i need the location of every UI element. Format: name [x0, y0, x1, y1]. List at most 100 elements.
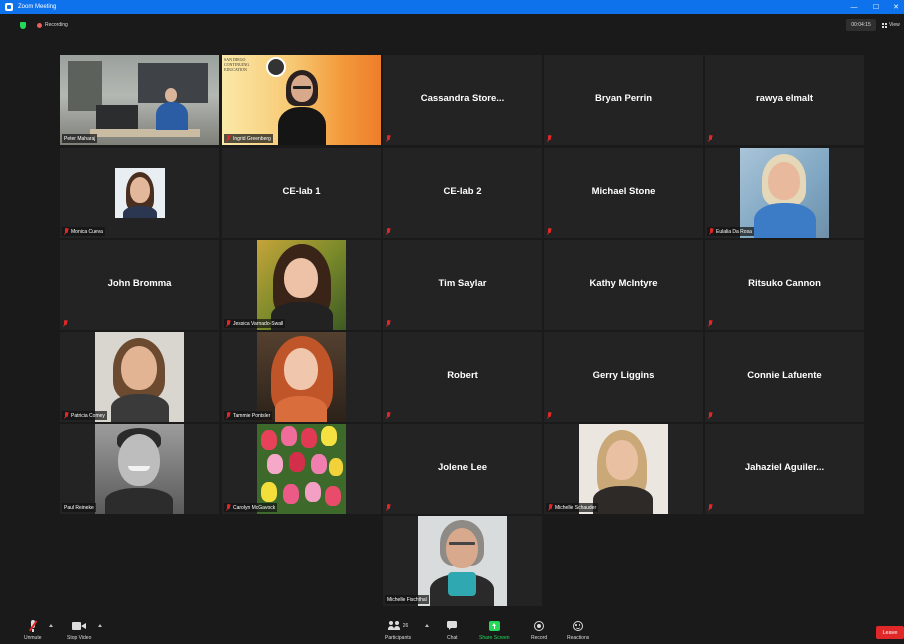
muted-mic-icon: [226, 412, 231, 419]
participant-name: Tim Saylar: [438, 278, 487, 289]
muted-mic-icon: [64, 228, 69, 235]
muted-mic-icon: [547, 228, 552, 235]
participant-name: Robert: [447, 370, 478, 381]
participant-name-tag: Eulalia Da Rosa: [707, 227, 754, 236]
participant-tile-ritsuko-cannon[interactable]: Ritsuko Cannon: [705, 240, 864, 330]
participant-name-tag: Michelle Schauder: [546, 503, 599, 512]
muted-mic-icon: [386, 412, 391, 419]
participant-tile-connie-lafuente[interactable]: Connie Lafuente: [705, 332, 864, 422]
participant-tile-eulalia-da-rosa[interactable]: Eulalia Da Rosa: [705, 148, 864, 238]
participant-name-tag: Peter Maharaj: [62, 134, 98, 143]
participant-name: Ritsuko Cannon: [748, 278, 821, 289]
encryption-shield-icon[interactable]: [20, 22, 26, 29]
college-seal-icon: [266, 57, 286, 77]
participant-name: John Bromma: [107, 278, 172, 289]
muted-mic-icon: [708, 320, 713, 327]
participant-name: Gerry Liggins: [592, 370, 655, 381]
participant-tile-ce-lab-1[interactable]: CE-lab 1: [222, 148, 381, 238]
profile-photo: [418, 516, 507, 606]
muted-mic-icon: [547, 135, 552, 142]
participant-name: Cassandra Store...: [420, 93, 505, 104]
participants-caret-icon[interactable]: [425, 624, 429, 627]
participant-tile-bryan-perrin[interactable]: Bryan Perrin: [544, 55, 703, 145]
participant-tile-gerry-liggins[interactable]: Gerry Liggins: [544, 332, 703, 422]
share-screen-icon: [488, 620, 500, 632]
profile-photo: [740, 148, 829, 238]
stop-video-button[interactable]: Stop Video: [67, 620, 91, 641]
virtual-background: SAN DIEGO CONTINUING EDUCATION: [222, 55, 381, 145]
participant-name-tag: Monica Cueva: [62, 227, 105, 236]
grid-view-icon: [882, 22, 887, 28]
participant-tile-peter-maharaj[interactable]: Peter Maharaj: [60, 55, 219, 145]
muted-mic-icon: [548, 504, 553, 511]
participant-tile-carolyn-mcgavock[interactable]: Carolyn McGavock: [222, 424, 381, 514]
participant-tile-kathy-mcintyre[interactable]: Kathy McIntyre: [544, 240, 703, 330]
participant-tile-jessica-varnado-swall[interactable]: Jessica Varnado-Swall: [222, 240, 381, 330]
participant-name: Jolene Lee: [437, 462, 488, 473]
audio-options-caret-icon[interactable]: [49, 624, 53, 627]
participant-name-tag: Carolyn McGavock: [224, 503, 278, 512]
muted-mic-icon: [708, 135, 713, 142]
share-screen-button[interactable]: Share Screen: [479, 620, 510, 641]
participant-tile-robert[interactable]: Robert: [383, 332, 542, 422]
reactions-button[interactable]: Reactions: [567, 620, 589, 641]
participant-name: CE-lab 2: [443, 186, 482, 197]
video-options-caret-icon[interactable]: [98, 624, 102, 627]
profile-photo: [95, 424, 184, 514]
maximize-button[interactable]: ☐: [866, 0, 886, 14]
participant-name-tag: Tammie Pontsler: [224, 411, 273, 420]
profile-photo: [257, 332, 346, 422]
participant-name-tag: Paul Reineke: [62, 503, 96, 512]
recording-label: Recording: [45, 22, 68, 28]
minimize-button[interactable]: —: [844, 0, 864, 14]
participant-tile-ingrid-greenberg[interactable]: SAN DIEGO CONTINUING EDUCATION Ingrid Gr…: [222, 55, 381, 145]
participant-tile-john-bromma[interactable]: John Bromma: [60, 240, 219, 330]
participant-name: CE-lab 1: [282, 186, 321, 197]
muted-mic-icon: [708, 412, 713, 419]
participant-tile-patricia-comey[interactable]: Patricia Comey: [60, 332, 219, 422]
participant-tile-tammie-pontsler[interactable]: Tammie Pontsler: [222, 332, 381, 422]
participant-tile-cassandra[interactable]: Cassandra Store...: [383, 55, 542, 145]
unmute-button[interactable]: Unmute: [24, 620, 42, 641]
smiley-reaction-icon: [573, 620, 584, 632]
participant-tile-michael-stone[interactable]: Michael Stone: [544, 148, 703, 238]
leave-meeting-button[interactable]: Leave: [876, 626, 904, 639]
muted-mic-icon: [709, 228, 714, 235]
participants-button[interactable]: 26 Participants: [385, 620, 411, 641]
view-button[interactable]: View: [882, 19, 900, 31]
participant-name-tag: Michelle Fischthal: [385, 595, 429, 604]
profile-photo: [579, 424, 668, 514]
muted-microphone-icon: [28, 620, 38, 632]
muted-mic-icon: [386, 320, 391, 327]
participants-icon: 26: [387, 620, 408, 632]
participant-tile-michelle-fischthal[interactable]: Michelle Fischthal: [383, 516, 542, 606]
close-button[interactable]: ✕: [886, 0, 904, 14]
chat-button[interactable]: Chat: [447, 620, 458, 641]
participant-name-tag: Patricia Comey: [62, 411, 107, 420]
participant-tile-jolene-lee[interactable]: Jolene Lee: [383, 424, 542, 514]
participant-tile-monica-cueva[interactable]: Monica Cueva: [60, 148, 219, 238]
profile-photo-tulips: [257, 424, 346, 514]
zoom-app-icon: [5, 3, 13, 11]
meeting-status-bar: Recording 00:04:15 View: [0, 14, 904, 38]
view-label: View: [889, 22, 900, 28]
participant-tile-tim-saylar[interactable]: Tim Saylar: [383, 240, 542, 330]
video-camera-icon: [72, 620, 87, 632]
meeting-controls-toolbar: Unmute Stop Video 26 Participants Chat S…: [0, 618, 904, 644]
participant-tile-jahaziel-aguiler[interactable]: Jahaziel Aguiler...: [705, 424, 864, 514]
participant-tile-ce-lab-2[interactable]: CE-lab 2: [383, 148, 542, 238]
participant-tile-paul-reineke[interactable]: Paul Reineke: [60, 424, 219, 514]
chat-bubble-icon: [447, 620, 458, 632]
record-icon: [534, 620, 545, 632]
participant-name: Kathy McIntyre: [589, 278, 658, 289]
window-title: Zoom Meeting: [18, 4, 57, 10]
participant-name: Bryan Perrin: [594, 93, 653, 104]
participant-tile-rawya-elmalt[interactable]: rawya elmalt: [705, 55, 864, 145]
muted-mic-icon: [226, 504, 231, 511]
participant-name-tag: Ingrid Greenberg: [224, 134, 273, 143]
record-button[interactable]: Record: [531, 620, 547, 641]
recording-dot-icon: [37, 23, 42, 28]
camera-video-feed: [60, 55, 219, 145]
participant-tile-michelle-schauder[interactable]: Michelle Schauder: [544, 424, 703, 514]
muted-mic-icon: [226, 320, 231, 327]
